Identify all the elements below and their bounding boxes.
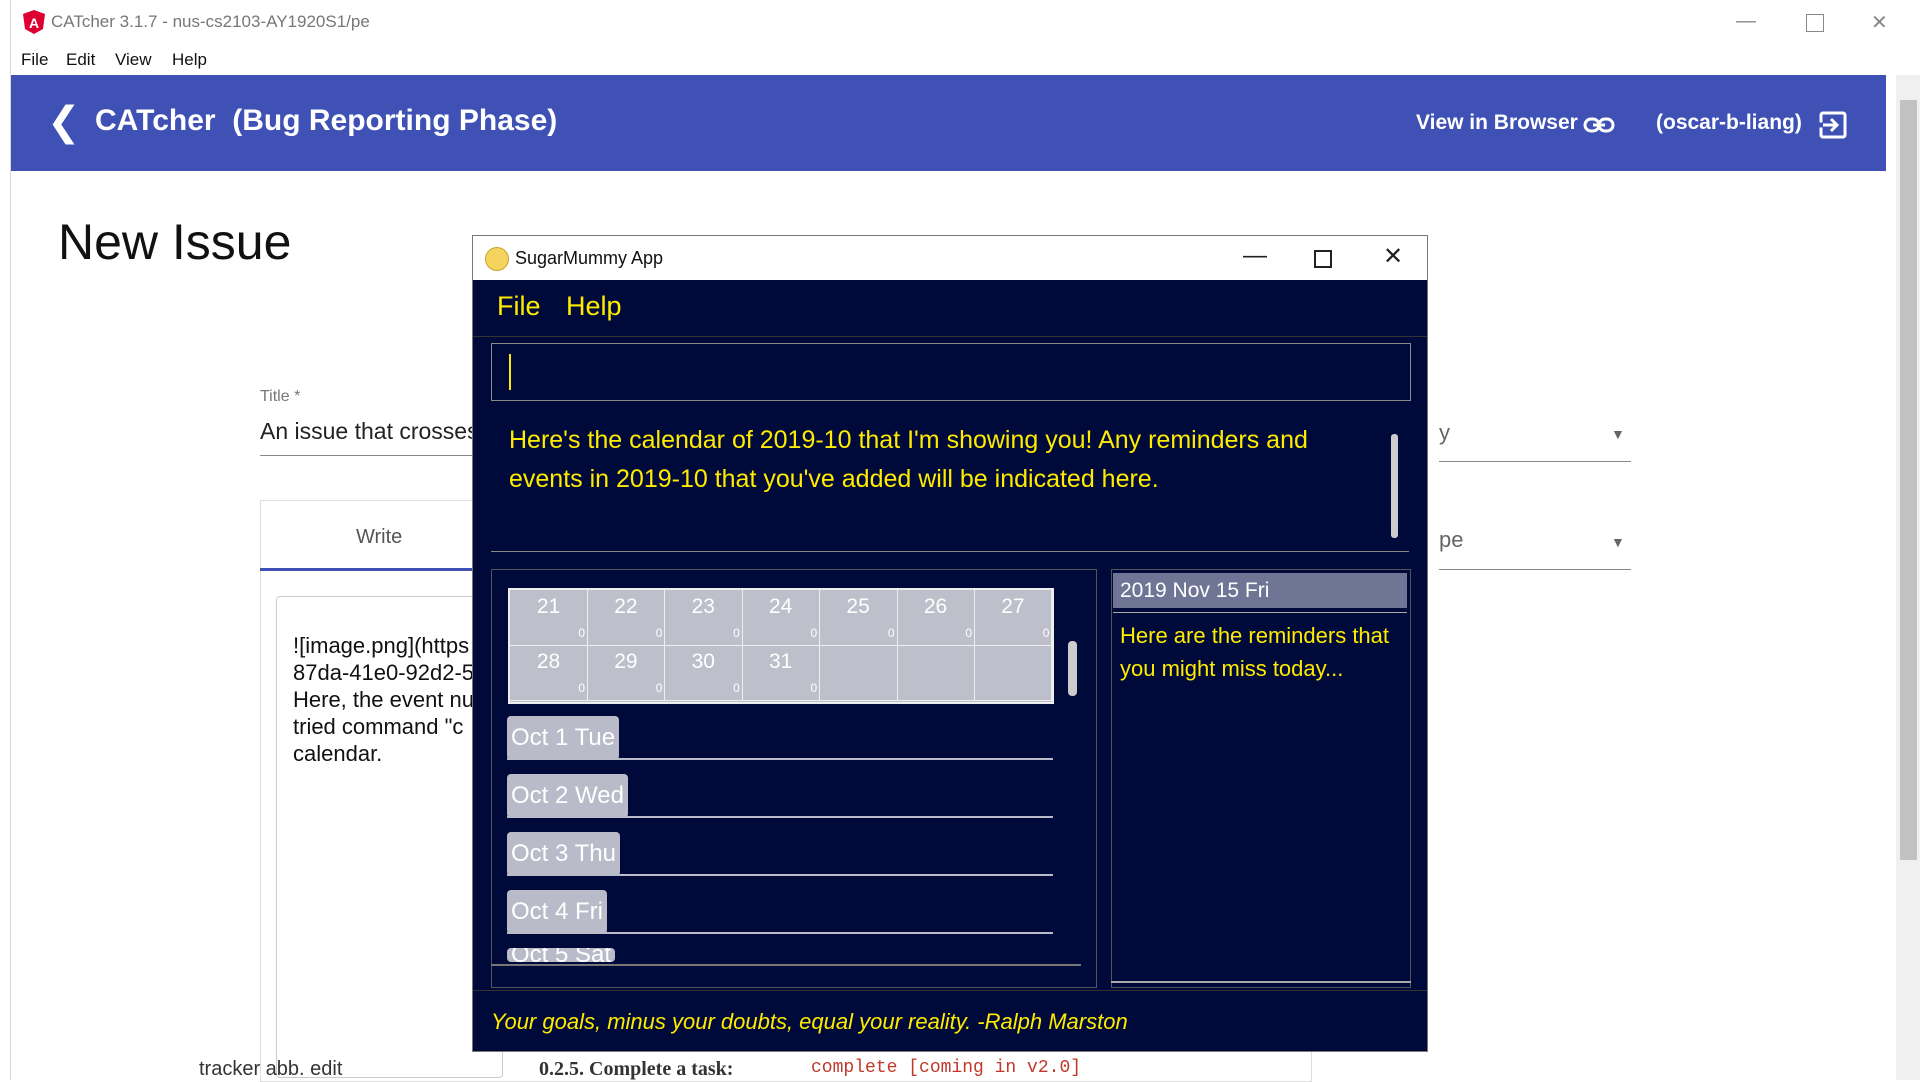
severity-select-value[interactable]: y: [1439, 420, 1450, 446]
day-list-bottom-line: [491, 964, 1081, 966]
type-underline: [1439, 569, 1631, 570]
app-toolbar: ❮ CATcher (Bug Reporting Phase) View in …: [11, 75, 1886, 171]
severity-dropdown-icon[interactable]: ▼: [1611, 426, 1625, 442]
reminder-text: you might miss today...: [1120, 656, 1344, 681]
day-divider: [507, 758, 1053, 760]
link-icon[interactable]: [1583, 115, 1615, 135]
maximize-icon[interactable]: [1314, 250, 1332, 268]
day-label[interactable]: Oct 1 Tue: [507, 716, 620, 760]
tab-write[interactable]: Write: [356, 526, 402, 549]
response-scrollbar[interactable]: [1391, 434, 1398, 538]
day-label[interactable]: Oct 2 Wed: [507, 774, 628, 818]
description-line: 87da-41e0-92d2-5: [293, 660, 475, 685]
window-title: CATcher 3.1.7 - nus-cs2103-AY1920S1/pe: [51, 12, 370, 31]
menu-file[interactable]: File: [21, 50, 48, 70]
partial-code: complete [coming in v2.0]: [811, 1058, 1082, 1078]
sugarmummy-window: SugarMummy App — ✕ File Help Here's the …: [472, 235, 1428, 1052]
maximize-icon[interactable]: [1806, 14, 1824, 32]
day-list: Oct 1 Tue Oct 2 Wed Oct 3 Thu Oct 4 Fri Oct …: [473, 236, 1093, 985]
user-name: (oscar-b-liang): [1656, 111, 1802, 134]
partial-text: tracker abb. edit: [199, 1058, 343, 1080]
type-dropdown-icon[interactable]: ▼: [1611, 534, 1625, 550]
app-title: CATcher (Bug Reporting Phase): [95, 104, 558, 137]
title-input[interactable]: An issue that crosses: [260, 418, 479, 445]
day-label[interactable]: Oct 3 Thu: [507, 832, 620, 876]
angular-logo-icon: A: [23, 10, 45, 34]
description-line: calendar.: [293, 741, 383, 766]
day-label[interactable]: Oct 4 Fri: [507, 890, 608, 934]
title-underline: [260, 455, 490, 456]
description-textarea[interactable]: ![image.png](https 87da-41e0-92d2-5 Here…: [276, 596, 503, 1078]
svg-text:A: A: [29, 15, 39, 31]
day-divider: [507, 932, 1053, 934]
menu-bar: File Edit View Help: [11, 45, 1911, 75]
logout-icon[interactable]: [1819, 111, 1847, 139]
severity-underline: [1439, 461, 1631, 462]
page-scrollbar-thumb[interactable]: [1900, 100, 1917, 860]
close-icon[interactable]: ✕: [1383, 242, 1403, 271]
reminder-date: 2019 Nov 15 Fri: [1120, 579, 1270, 602]
write-tab-indicator: [260, 568, 500, 571]
day-divider: [507, 816, 1053, 818]
partial-text: 0.2.5. Complete a task:: [539, 1058, 734, 1080]
type-select-value[interactable]: pe: [1439, 527, 1463, 553]
minimize-icon[interactable]: —: [1736, 10, 1756, 33]
reminder-divider: [1113, 612, 1407, 613]
view-in-browser-button[interactable]: View in Browser: [1416, 111, 1578, 135]
window-titlebar: A CATcher 3.1.7 - nus-cs2103-AY1920S1/pe…: [11, 0, 1911, 45]
reminder-date-header: 2019 Nov 15 Fri: [1113, 573, 1407, 608]
page-title: New Issue: [58, 214, 292, 270]
description-line: Here, the event nu: [293, 687, 475, 712]
back-arrow-icon[interactable]: ❮: [47, 99, 81, 145]
menu-view[interactable]: View: [115, 50, 152, 70]
footer-divider: [473, 990, 1427, 991]
description-line: ![image.png](https: [293, 633, 470, 658]
menu-help[interactable]: Help: [172, 50, 207, 70]
day-label[interactable]: Oct 5 Sat: [507, 948, 616, 962]
close-icon[interactable]: ✕: [1871, 10, 1888, 35]
motivational-quote: Your goals, minus your doubts, equal you…: [491, 1009, 1128, 1034]
menu-edit[interactable]: Edit: [66, 50, 95, 70]
title-label: Title *: [260, 388, 301, 405]
description-line: tried command "c: [293, 714, 464, 739]
reminder-bottom-line: [1111, 981, 1411, 983]
minimize-icon[interactable]: —: [1243, 242, 1267, 270]
day-divider: [507, 874, 1053, 876]
reminder-text: Here are the reminders that: [1120, 623, 1390, 648]
